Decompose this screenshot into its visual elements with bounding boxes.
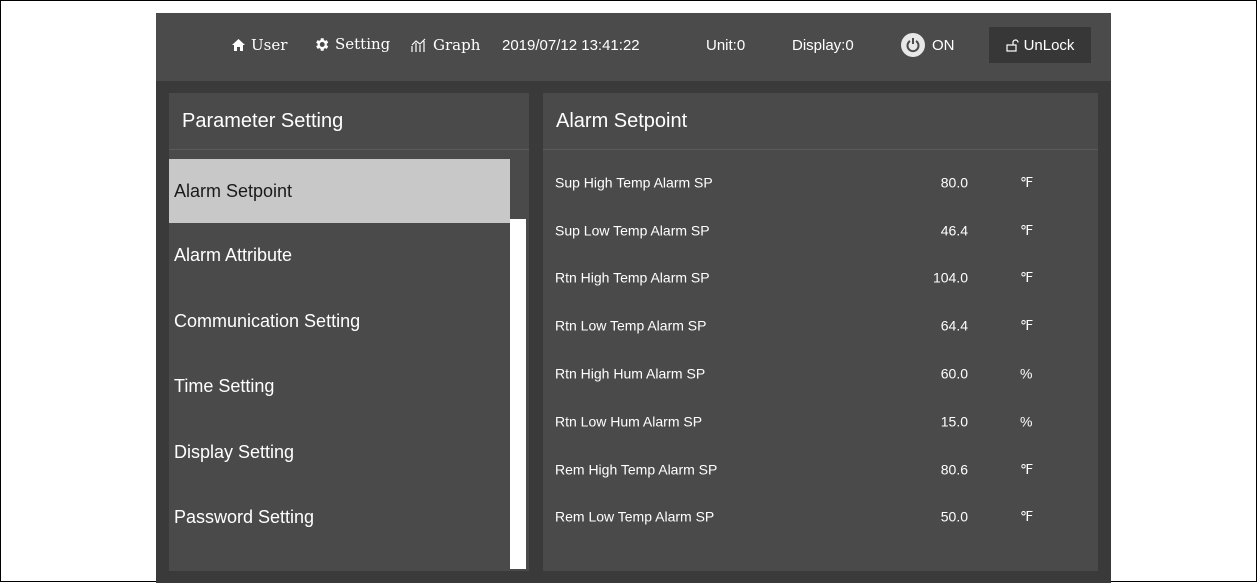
setpoint-value[interactable]: 80.0 [941,174,968,190]
scrollbar[interactable] [510,219,526,569]
setpoint-name: Sup Low Temp Alarm SP [555,222,710,239]
setpoint-name: Rem High Temp Alarm SP [555,461,718,478]
datetime: 2019/07/12 13:41:22 [502,37,640,54]
setpoint-row[interactable]: Rtn High Hum Alarm SP 60.0 % [543,351,1098,399]
setpoint-unit: % [1020,365,1033,382]
panel-title: Alarm Setpoint [543,93,1098,150]
user-label: User [251,36,288,54]
setpoint-value[interactable]: 15.0 [941,413,968,429]
menu-item-alarm-attribute[interactable]: Alarm Attribute [169,223,510,289]
setpoint-row[interactable]: Sup High Temp Alarm SP 80.0 ℉ [543,160,1098,208]
hmi-screen: User Setting Graph 2019/07/12 13:41:22 U… [156,13,1111,583]
setpoint-row[interactable]: Sup Low Temp Alarm SP 46.4 ℉ [543,208,1098,256]
hamburger-icon[interactable] [176,35,200,55]
setpoint-value[interactable]: 46.4 [941,222,968,238]
setpoint-name: Sup High Temp Alarm SP [555,174,713,191]
setpoint-unit: ℉ [1020,317,1034,334]
user-button[interactable]: User [231,36,287,54]
setpoint-row[interactable]: Rtn Low Hum Alarm SP 15.0 % [543,399,1098,447]
setpoint-row[interactable]: Rtn Low Temp Alarm SP 64.4 ℉ [543,303,1098,351]
setpoint-row[interactable]: Rtn High Temp Alarm SP 104.0 ℉ [543,256,1098,304]
unit-status: Unit:0 [706,37,746,54]
setpoint-unit: ℉ [1020,269,1034,286]
top-bar: User Setting Graph 2019/07/12 13:41:22 U… [156,13,1111,81]
setpoint-value[interactable]: 80.6 [941,461,968,477]
setpoint-row[interactable]: Rem High Temp Alarm SP 80.6 ℉ [543,447,1098,495]
alarm-setpoint-panel: Alarm Setpoint Sup High Temp Alarm SP 80… [543,93,1098,571]
unlock-button[interactable]: UnLock [989,27,1091,63]
power-icon [901,33,925,57]
setpoint-value[interactable]: 104.0 [933,270,968,286]
graph-icon [411,38,428,53]
setpoint-unit: % [1020,413,1033,430]
display-status: Display:0 [792,37,854,54]
graph-button[interactable]: Graph [411,36,480,54]
setpoint-name: Rtn Low Temp Alarm SP [555,317,707,334]
parameter-setting-panel: Parameter Setting Alarm Setpoint Alarm A… [169,93,529,571]
graph-label: Graph [433,36,481,54]
menu-item-alarm-setpoint[interactable]: Alarm Setpoint [169,159,510,223]
setting-label: Setting [335,35,391,53]
setpoint-name: Rtn High Hum Alarm SP [555,365,706,382]
setpoint-unit: ℉ [1020,221,1034,238]
figure-frame: User Setting Graph 2019/07/12 13:41:22 U… [0,0,1257,583]
panel-title: Parameter Setting [169,93,529,150]
menu-item-communication-setting[interactable]: Communication Setting [169,289,510,355]
setting-button[interactable]: Setting [313,35,390,53]
unlock-label: UnLock [1023,36,1075,54]
setpoint-value[interactable]: 64.4 [941,318,968,334]
menu-item-time-setting[interactable]: Time Setting [169,354,510,420]
power-toggle[interactable]: ON [901,33,955,57]
home-icon [231,38,246,52]
setpoint-value[interactable]: 60.0 [941,365,968,381]
setpoint-name: Rtn High Temp Alarm SP [555,269,710,286]
setpoint-list: Sup High Temp Alarm SP 80.0 ℉ Sup Low Te… [543,160,1098,542]
menu-item-password-setting[interactable]: Password Setting [169,485,510,551]
menu-item-display-setting[interactable]: Display Setting [169,420,510,486]
setpoint-name: Rem Low Temp Alarm SP [555,508,715,525]
setpoint-value[interactable]: 50.0 [941,509,968,525]
setpoint-unit: ℉ [1020,460,1034,477]
power-label: ON [932,36,955,54]
menu-list: Alarm Setpoint Alarm Attribute Communica… [169,159,510,551]
setpoint-name: Rtn Low Hum Alarm SP [555,413,703,430]
unlock-icon [1005,38,1019,52]
gear-icon [313,36,330,53]
setpoint-row[interactable]: Rem Low Temp Alarm SP 50.0 ℉ [543,495,1098,543]
setpoint-unit: ℉ [1020,173,1034,190]
setpoint-unit: ℉ [1020,508,1034,525]
